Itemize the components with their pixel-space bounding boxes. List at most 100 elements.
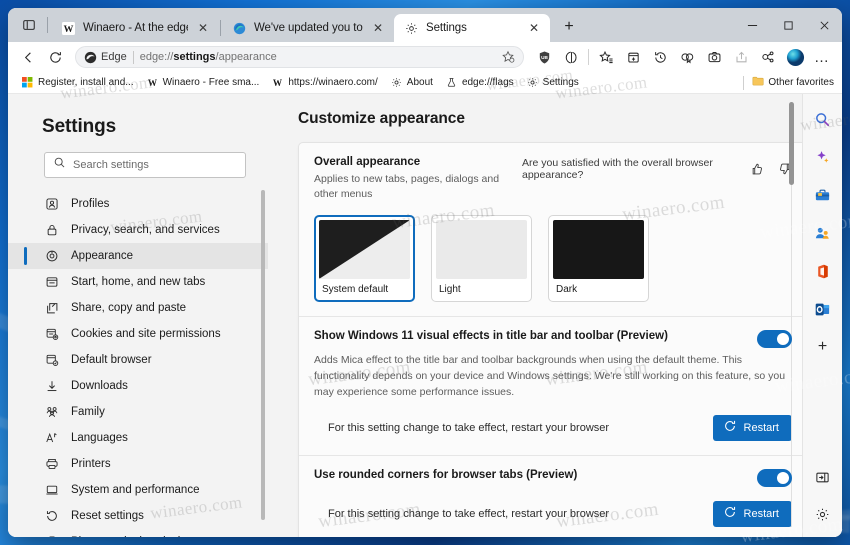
address-bar[interactable]: Edge edge://settings/appearance: [75, 46, 524, 68]
games-icon[interactable]: [810, 220, 836, 246]
settings-page: Settings Search settings Profiles Privac…: [8, 94, 842, 537]
sidebar-item-label: Privacy, search, and services: [71, 224, 220, 236]
tab-update-notice[interactable]: We've updated you to the latest ✕: [222, 14, 394, 42]
sidebar-item-downloads[interactable]: Downloads: [8, 373, 268, 399]
sidebar-item-printers[interactable]: Printers: [8, 451, 268, 477]
favorites-icon[interactable]: [593, 44, 619, 70]
avatar[interactable]: [782, 44, 808, 70]
sidebar-nav-list: Profiles Privacy, search, and services A…: [8, 191, 268, 537]
sidebar-item-label: Cookies and site permissions: [71, 328, 221, 340]
bookmark-item[interactable]: Settings: [521, 75, 584, 90]
rounded-restart-bar: For this setting change to take effect, …: [314, 500, 792, 527]
mica-restart-button[interactable]: Restart: [712, 414, 792, 441]
bookmark-item[interactable]: edge://flags: [440, 75, 519, 90]
bookmark-item[interactable]: About: [385, 75, 438, 90]
sidebar-search-icon[interactable]: [810, 106, 836, 132]
sidebar-item-share-copy[interactable]: Share, copy and paste: [8, 295, 268, 321]
collections-icon[interactable]: [620, 44, 646, 70]
appearance-option-system-default[interactable]: System default: [314, 215, 415, 303]
bookmark-item[interactable]: W Winaero - Free sma...: [141, 75, 265, 90]
search-input[interactable]: Search settings: [44, 152, 246, 178]
shopping-icon[interactable]: [810, 182, 836, 208]
close-icon[interactable]: ✕: [370, 20, 386, 36]
winaero-w-icon: W: [61, 21, 76, 36]
sidebar-item-phone[interactable]: Phone and other devices: [8, 529, 268, 537]
browser-window: W Winaero - At the edge of tweaking ✕ We…: [8, 8, 842, 537]
edge-icon: [232, 21, 247, 36]
web-capture-icon[interactable]: [701, 44, 727, 70]
sidebar-item-family[interactable]: Family: [8, 399, 268, 425]
outlook-icon[interactable]: [810, 296, 836, 322]
svg-text:UB: UB: [541, 55, 548, 60]
bookmark-item[interactable]: W https://winaero.com/: [266, 75, 382, 90]
bookmark-label: edge://flags: [461, 77, 514, 88]
sidebar-scrollbar[interactable]: [261, 190, 265, 520]
sidebar-item-system[interactable]: System and performance: [8, 477, 268, 503]
refresh-button[interactable]: [42, 44, 68, 70]
tracking-prevention-icon[interactable]: UB: [531, 44, 557, 70]
sidebar-item-start-home[interactable]: Start, home, and new tabs: [8, 269, 268, 295]
sidebar-item-appearance[interactable]: Appearance: [8, 243, 268, 269]
office-icon[interactable]: [810, 258, 836, 284]
history-icon[interactable]: [647, 44, 673, 70]
bookmarks-bar: Register, install and... W Winaero - Fre…: [8, 72, 842, 94]
new-tab-button[interactable]: +: [556, 14, 582, 40]
mica-setting-section: Show Windows 11 visual effects in title …: [299, 317, 802, 454]
sidebar-item-label: Profiles: [71, 198, 110, 210]
bookmark-label: About: [406, 77, 433, 88]
preview-dark: [553, 220, 644, 280]
minimize-button[interactable]: [734, 8, 770, 42]
overall-appearance-title: Overall appearance: [314, 156, 421, 168]
bookmark-label: Winaero - Free sma...: [162, 77, 260, 88]
collapse-sidebar-icon[interactable]: [810, 464, 836, 490]
bookmark-item[interactable]: Register, install and...: [16, 75, 139, 90]
download-icon: [44, 378, 60, 394]
other-favorites[interactable]: Other favorites: [743, 75, 834, 90]
sidebar-item-languages[interactable]: Languages: [8, 425, 268, 451]
sidebar-settings-icon[interactable]: [810, 501, 836, 527]
content-scrollbar[interactable]: [789, 102, 794, 185]
browser-essentials-icon[interactable]: [674, 44, 700, 70]
sidebar-item-label: Share, copy and paste: [71, 302, 187, 314]
restart-label: Restart: [743, 421, 779, 434]
maximize-button[interactable]: [770, 8, 806, 42]
sidebar-item-label: Reset settings: [71, 510, 144, 522]
cookies-icon: [44, 326, 60, 342]
sidebar-item-cookies[interactable]: Cookies and site permissions: [8, 321, 268, 347]
back-button[interactable]: [15, 44, 41, 70]
gear-icon: [390, 76, 403, 89]
sidebar-item-label: System and performance: [71, 484, 200, 496]
add-sidebar-app-icon[interactable]: +: [810, 334, 836, 360]
add-favorite-star-icon[interactable]: [499, 48, 517, 66]
edge-sidebar-rail: +: [802, 94, 842, 537]
rounded-corners-title: Use rounded corners for browser tabs (Pr…: [314, 468, 578, 481]
close-icon[interactable]: ✕: [195, 20, 211, 36]
share-copy-icon: [44, 300, 60, 316]
rail-bottom-group: [803, 464, 842, 527]
overall-feedback-question: Are you satisfied with the overall brows…: [522, 157, 713, 181]
thumbs-up-icon[interactable]: [750, 162, 764, 177]
mica-toggle[interactable]: [757, 330, 792, 349]
sidebar-item-default-browser[interactable]: Default browser: [8, 347, 268, 373]
close-icon[interactable]: ✕: [526, 20, 542, 36]
appearance-option-light[interactable]: Light: [431, 215, 532, 303]
lock-icon: [44, 222, 60, 238]
share-icon[interactable]: [728, 44, 754, 70]
rounded-corners-toggle[interactable]: [757, 468, 792, 487]
rounded-restart-button[interactable]: Restart: [712, 500, 792, 527]
split-screen-icon[interactable]: [558, 44, 584, 70]
appearance-option-dark[interactable]: Dark: [548, 215, 649, 303]
edge-brand: Edge: [84, 51, 127, 64]
more-settings-button[interactable]: …: [809, 44, 835, 70]
title-bar: W Winaero - At the edge of tweaking ✕ We…: [8, 8, 842, 42]
copilot-icon[interactable]: [810, 144, 836, 170]
tab-search-icon[interactable]: [14, 11, 44, 39]
sidebar-item-privacy[interactable]: Privacy, search, and services: [8, 217, 268, 243]
profile-share-icon[interactable]: [755, 44, 781, 70]
close-button[interactable]: [806, 8, 842, 42]
settings-sidebar: Settings Search settings Profiles Privac…: [8, 94, 268, 537]
tab-winaero[interactable]: W Winaero - At the edge of tweaking ✕: [51, 14, 219, 42]
sidebar-item-profiles[interactable]: Profiles: [8, 191, 268, 217]
tab-settings[interactable]: Settings ✕: [394, 14, 550, 42]
sidebar-item-reset[interactable]: Reset settings: [8, 503, 268, 529]
